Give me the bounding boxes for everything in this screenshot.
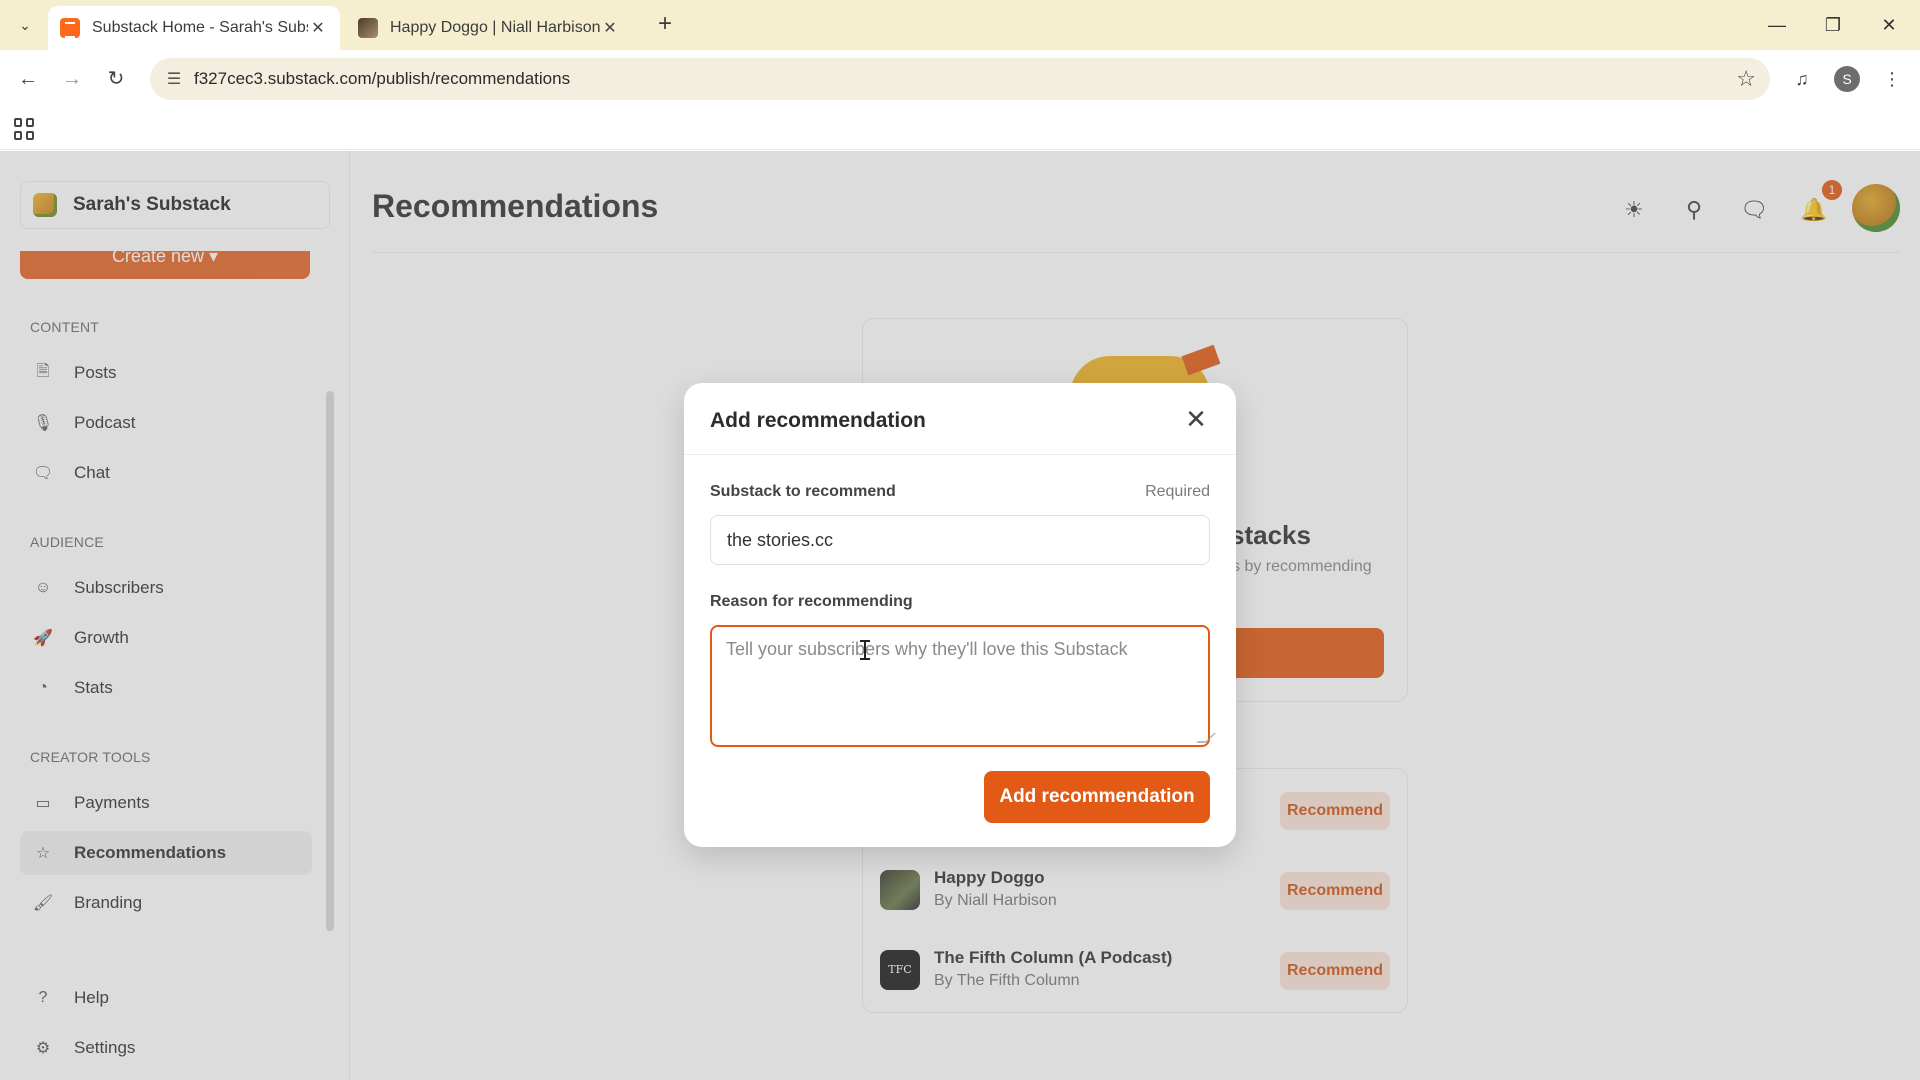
url-text[interactable]: f327cec3.substack.com/publish/recommenda… bbox=[194, 69, 570, 89]
tab-happy-doggo[interactable]: Happy Doggo | Niall Harbison | Substack … bbox=[346, 6, 632, 50]
substack-favicon-icon bbox=[60, 18, 80, 42]
substack-input[interactable] bbox=[710, 515, 1210, 565]
required-label: Required bbox=[1145, 483, 1210, 500]
address-bar[interactable]: ☰ f327cec3.substack.com/publish/recommen… bbox=[150, 58, 1770, 100]
substack-field-label: Substack to recommend bbox=[710, 483, 896, 500]
bookmarks-bar bbox=[0, 108, 1920, 150]
tab-title: Happy Doggo | Niall Harbison | Substack bbox=[390, 19, 600, 36]
reason-field-label: Reason for recommending bbox=[710, 593, 913, 610]
browser-toolbar: ← → ↻ ☰ f327cec3.substack.com/publish/re… bbox=[0, 50, 1920, 108]
browser-tab-bar: ⌄ Substack Home - Sarah's Substack ✕ Hap… bbox=[0, 0, 1920, 50]
reload-icon[interactable]: ↻ bbox=[100, 63, 132, 95]
modal-divider bbox=[684, 454, 1236, 455]
forward-arrow-icon[interactable]: → bbox=[56, 63, 88, 95]
apps-grid-icon[interactable] bbox=[14, 118, 36, 140]
media-controls-icon[interactable]: ♫ bbox=[1786, 63, 1818, 95]
bookmark-star-icon[interactable]: ☆ bbox=[1736, 66, 1756, 92]
text-cursor-icon bbox=[860, 640, 870, 660]
tab-close-icon[interactable]: ✕ bbox=[600, 18, 620, 38]
restore-icon[interactable]: ❐ bbox=[1810, 10, 1856, 40]
happy-doggo-favicon-icon bbox=[358, 18, 378, 38]
close-icon[interactable]: ✕ bbox=[1180, 403, 1212, 435]
new-tab-button[interactable]: + bbox=[650, 10, 680, 40]
tab-close-icon[interactable]: ✕ bbox=[308, 18, 328, 38]
profile-avatar[interactable]: S bbox=[1834, 66, 1860, 92]
reason-textarea[interactable] bbox=[710, 625, 1210, 747]
back-arrow-icon[interactable]: ← bbox=[12, 63, 44, 95]
tab-search-chevron-icon[interactable]: ⌄ bbox=[10, 10, 40, 40]
modal-title: Add recommendation bbox=[710, 409, 926, 432]
browser-menu-icon[interactable]: ⋮ bbox=[1876, 63, 1908, 95]
site-info-icon[interactable]: ☰ bbox=[154, 69, 194, 89]
add-recommendation-modal: Add recommendation ✕ Substack to recomme… bbox=[684, 383, 1236, 847]
window-close-icon[interactable]: ✕ bbox=[1866, 10, 1912, 40]
tab-title: Substack Home - Sarah's Substack bbox=[92, 19, 308, 36]
minimize-icon[interactable]: — bbox=[1754, 10, 1800, 40]
add-recommendation-button[interactable]: Add recommendation bbox=[984, 771, 1210, 823]
tab-substack-home[interactable]: Substack Home - Sarah's Substack ✕ bbox=[48, 6, 340, 50]
